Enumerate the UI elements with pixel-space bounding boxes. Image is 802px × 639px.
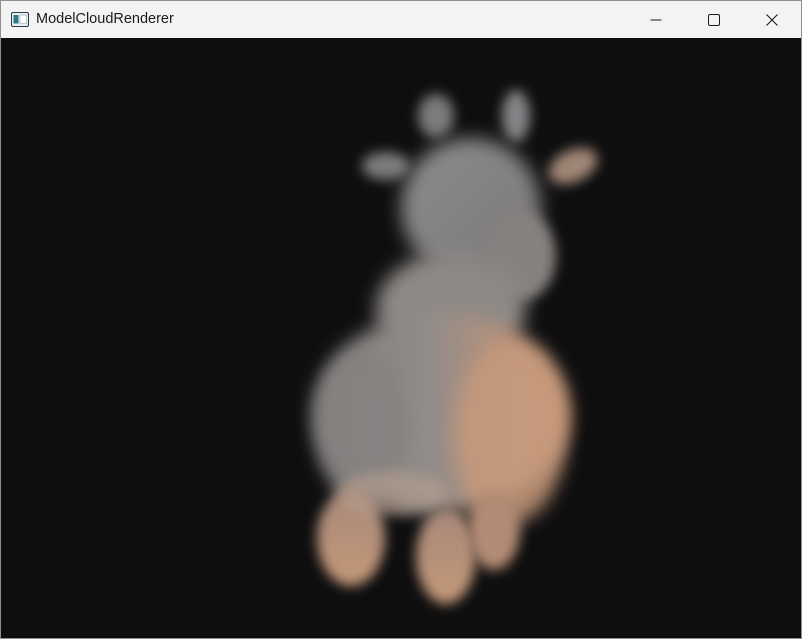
- close-icon: [765, 13, 778, 26]
- left-ear: [362, 152, 410, 180]
- cow-model: [313, 90, 598, 604]
- right-horn: [502, 90, 530, 142]
- cow-underbelly: [336, 471, 446, 515]
- right-ear: [548, 147, 598, 185]
- point-cloud-render: [313, 90, 598, 604]
- maximize-icon: [707, 13, 720, 26]
- left-horn: [418, 94, 454, 138]
- window-title: ModelCloudRenderer: [36, 11, 174, 27]
- app-window: ModelCloudRenderer: [0, 0, 802, 639]
- title-bar[interactable]: ModelCloudRenderer: [1, 1, 801, 38]
- cow-flank-highlight: [456, 343, 566, 523]
- maximize-button[interactable]: [685, 1, 742, 38]
- render-viewport[interactable]: [1, 38, 801, 638]
- close-button[interactable]: [743, 1, 800, 38]
- rear-leg: [468, 490, 520, 570]
- app-window-icon: [11, 12, 29, 27]
- minimize-button[interactable]: [627, 1, 684, 38]
- minimize-icon: [650, 19, 661, 20]
- front-right-leg: [416, 508, 476, 604]
